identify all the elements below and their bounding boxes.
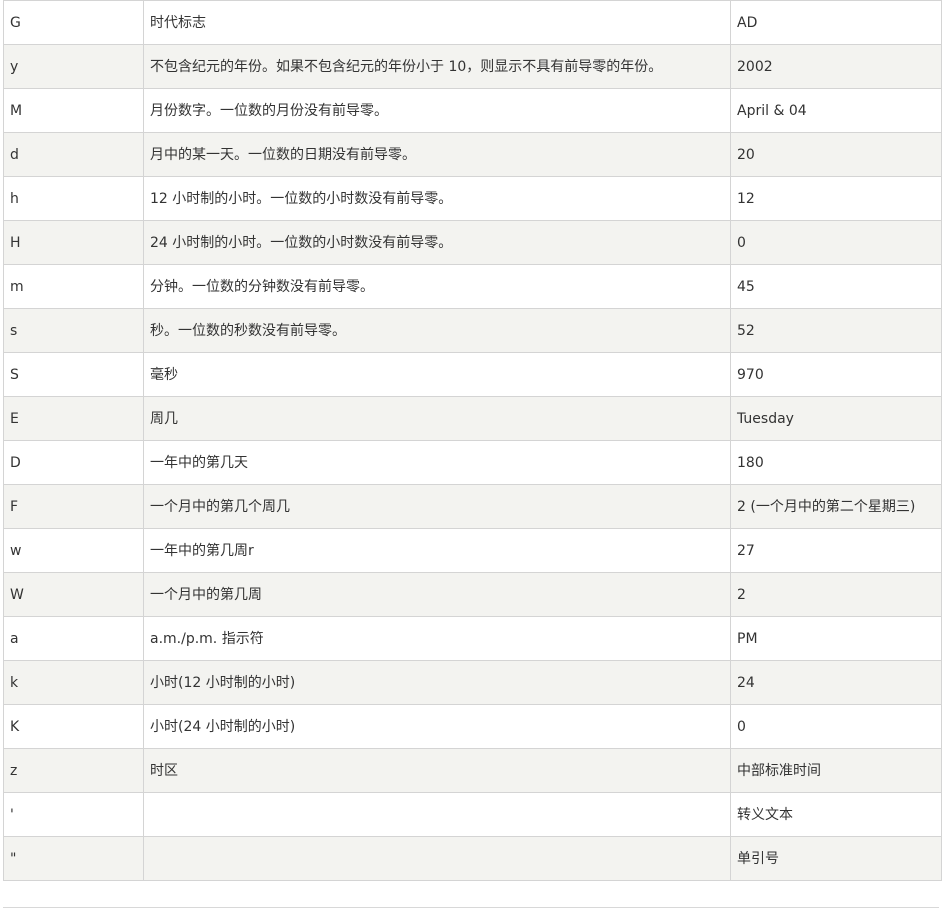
letter-cell: E bbox=[3, 396, 144, 441]
example-cell: 27 bbox=[730, 528, 942, 573]
description-cell: 分钟。一位数的分钟数没有前导零。 bbox=[143, 264, 731, 309]
example-cell: 2 (一个月中的第二个星期三) bbox=[730, 484, 942, 529]
example-cell: 180 bbox=[730, 440, 942, 485]
table-row: H 24 小时制的小时。一位数的小时数没有前导零。 0 bbox=[3, 220, 942, 265]
description-cell bbox=[143, 792, 731, 837]
description-cell: 不包含纪元的年份。如果不包含纪元的年份小于 10，则显示不具有前导零的年份。 bbox=[143, 44, 731, 89]
letter-cell: a bbox=[3, 616, 144, 661]
table-row: W 一个月中的第几周 2 bbox=[3, 572, 942, 617]
example-cell: 0 bbox=[730, 704, 942, 749]
description-cell: 月份数字。一位数的月份没有前导零。 bbox=[143, 88, 731, 133]
description-cell: 秒。一位数的秒数没有前导零。 bbox=[143, 308, 731, 353]
letter-cell: K bbox=[3, 704, 144, 749]
letter-cell: G bbox=[3, 0, 144, 45]
letter-cell: H bbox=[3, 220, 144, 265]
table-row: D 一年中的第几天 180 bbox=[3, 440, 942, 485]
description-cell: 时区 bbox=[143, 748, 731, 793]
letter-cell: F bbox=[3, 484, 144, 529]
example-cell: 中部标准时间 bbox=[730, 748, 942, 793]
letter-cell: D bbox=[3, 440, 144, 485]
table-row: z 时区 中部标准时间 bbox=[3, 748, 942, 793]
description-cell: 一年中的第几天 bbox=[143, 440, 731, 485]
description-cell: 周几 bbox=[143, 396, 731, 441]
letter-cell: y bbox=[3, 44, 144, 89]
table-row: " 单引号 bbox=[3, 836, 942, 881]
table-row: K 小时(24 小时制的小时) 0 bbox=[3, 704, 942, 749]
letter-cell: z bbox=[3, 748, 144, 793]
letter-cell: s bbox=[3, 308, 144, 353]
example-cell: 24 bbox=[730, 660, 942, 705]
table-row: s 秒。一位数的秒数没有前导零。 52 bbox=[3, 308, 942, 353]
example-cell: 970 bbox=[730, 352, 942, 397]
example-cell: 2002 bbox=[730, 44, 942, 89]
example-cell: 45 bbox=[730, 264, 942, 309]
example-cell: 2 bbox=[730, 572, 942, 617]
description-cell: 一个月中的第几个周几 bbox=[143, 484, 731, 529]
description-cell: 毫秒 bbox=[143, 352, 731, 397]
example-cell: PM bbox=[730, 616, 942, 661]
description-cell: 一年中的第几周r bbox=[143, 528, 731, 573]
example-cell: Tuesday bbox=[730, 396, 942, 441]
table-row: w 一年中的第几周r 27 bbox=[3, 528, 942, 573]
description-cell: 12 小时制的小时。一位数的小时数没有前导零。 bbox=[143, 176, 731, 221]
example-cell: 52 bbox=[730, 308, 942, 353]
example-cell: 单引号 bbox=[730, 836, 942, 881]
table-row: k 小时(12 小时制的小时) 24 bbox=[3, 660, 942, 705]
letter-cell: M bbox=[3, 88, 144, 133]
table-row: m 分钟。一位数的分钟数没有前导零。 45 bbox=[3, 264, 942, 309]
letter-cell: h bbox=[3, 176, 144, 221]
table-row: M 月份数字。一位数的月份没有前导零。 April & 04 bbox=[3, 88, 942, 133]
letter-cell: w bbox=[3, 528, 144, 573]
description-cell: 月中的某一天。一位数的日期没有前导零。 bbox=[143, 132, 731, 177]
table-row: S 毫秒 970 bbox=[3, 352, 942, 397]
table-row: y 不包含纪元的年份。如果不包含纪元的年份小于 10，则显示不具有前导零的年份。… bbox=[3, 44, 942, 89]
table-row: h 12 小时制的小时。一位数的小时数没有前导零。 12 bbox=[3, 176, 942, 221]
format-table-container: G 时代标志 AD y 不包含纪元的年份。如果不包含纪元的年份小于 10，则显示… bbox=[3, 0, 942, 881]
description-cell: 小时(24 小时制的小时) bbox=[143, 704, 731, 749]
example-cell: 转义文本 bbox=[730, 792, 942, 837]
letter-cell: m bbox=[3, 264, 144, 309]
description-cell: a.m./p.m. 指示符 bbox=[143, 616, 731, 661]
letter-cell: W bbox=[3, 572, 144, 617]
example-cell: AD bbox=[730, 0, 942, 45]
description-cell: 时代标志 bbox=[143, 0, 731, 45]
letter-cell: " bbox=[3, 836, 144, 881]
table-row: d 月中的某一天。一位数的日期没有前导零。 20 bbox=[3, 132, 942, 177]
example-cell: 0 bbox=[730, 220, 942, 265]
description-cell: 小时(12 小时制的小时) bbox=[143, 660, 731, 705]
letter-cell: k bbox=[3, 660, 144, 705]
date-format-table: G 时代标志 AD y 不包含纪元的年份。如果不包含纪元的年份小于 10，则显示… bbox=[3, 0, 942, 881]
table-row: G 时代标志 AD bbox=[3, 0, 942, 45]
letter-cell: ' bbox=[3, 792, 144, 837]
description-cell bbox=[143, 836, 731, 881]
letter-cell: d bbox=[3, 132, 144, 177]
example-cell: April & 04 bbox=[730, 88, 942, 133]
description-cell: 一个月中的第几周 bbox=[143, 572, 731, 617]
table-row: E 周几 Tuesday bbox=[3, 396, 942, 441]
table-row: a a.m./p.m. 指示符 PM bbox=[3, 616, 942, 661]
table-row: F 一个月中的第几个周几 2 (一个月中的第二个星期三) bbox=[3, 484, 942, 529]
description-cell: 24 小时制的小时。一位数的小时数没有前导零。 bbox=[143, 220, 731, 265]
example-cell: 12 bbox=[730, 176, 942, 221]
letter-cell: S bbox=[3, 352, 144, 397]
table-row: ' 转义文本 bbox=[3, 792, 942, 837]
example-cell: 20 bbox=[730, 132, 942, 177]
bottom-divider bbox=[3, 907, 939, 908]
